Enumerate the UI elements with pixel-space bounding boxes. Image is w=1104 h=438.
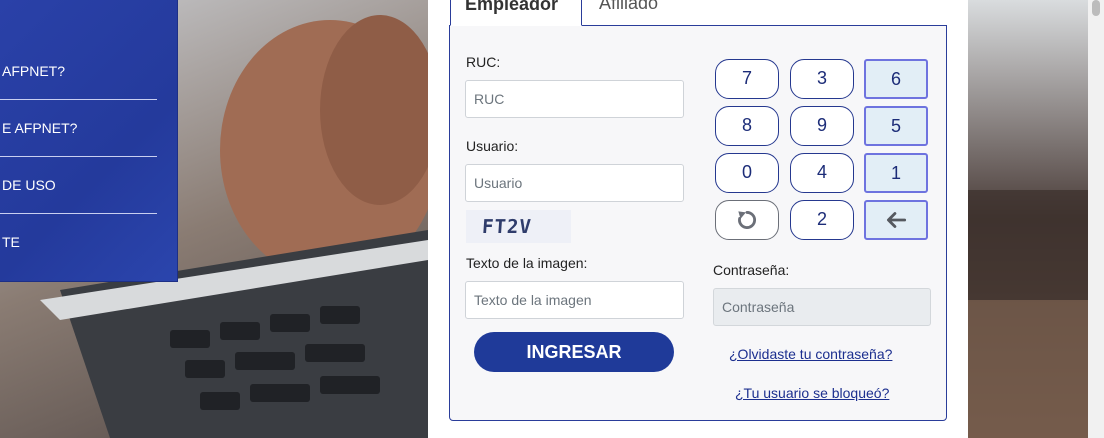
- side-menu: AFPNET? E AFPNET? DE USO TE: [0, 0, 178, 282]
- keypad-key[interactable]: 0: [715, 153, 779, 193]
- keypad-key[interactable]: 8: [715, 106, 779, 146]
- tab-employer[interactable]: Empleador: [450, 0, 582, 26]
- login-panel: RUC: Usuario: FT2V Texto de la imagen: I…: [449, 25, 947, 421]
- refresh-icon: [738, 211, 756, 229]
- reset-keypad-button[interactable]: [715, 200, 779, 240]
- ruc-label: RUC:: [466, 54, 501, 70]
- page-scrollbar[interactable]: [1088, 0, 1104, 438]
- image-text-label: Texto de la imagen:: [466, 255, 588, 271]
- keypad-key[interactable]: 4: [790, 153, 854, 193]
- side-menu-item[interactable]: DE USO: [0, 157, 157, 214]
- arrow-left-icon: [887, 212, 907, 228]
- keypad-key[interactable]: 5: [864, 106, 928, 146]
- password-input: [713, 288, 931, 326]
- scrollbar-thumb[interactable]: [1092, 0, 1100, 16]
- login-button[interactable]: INGRESAR: [474, 332, 674, 372]
- keypad-key[interactable]: 3: [790, 59, 854, 99]
- keypad-key[interactable]: 1: [864, 153, 928, 193]
- forgot-password-link[interactable]: ¿Olvidaste tu contraseña?: [729, 346, 892, 362]
- tab-affiliate[interactable]: Afiliado: [585, 0, 695, 26]
- keypad-key[interactable]: 6: [864, 59, 928, 99]
- image-text-input[interactable]: [465, 281, 684, 319]
- keypad-key[interactable]: 9: [790, 106, 854, 146]
- captcha-text: FT2V: [481, 215, 533, 238]
- password-label: Contraseña:: [713, 262, 790, 278]
- captcha-image: FT2V: [466, 210, 571, 243]
- user-blocked-link[interactable]: ¿Tu usuario se bloqueó?: [735, 385, 889, 401]
- user-label: Usuario:: [466, 138, 519, 154]
- backspace-button[interactable]: [864, 200, 928, 240]
- keypad-key[interactable]: 7: [715, 59, 779, 99]
- keypad-key[interactable]: 2: [790, 200, 854, 240]
- side-menu-item[interactable]: TE: [0, 214, 157, 271]
- side-menu-item[interactable]: AFPNET?: [0, 43, 157, 100]
- side-menu-item[interactable]: E AFPNET?: [0, 100, 157, 157]
- ruc-input[interactable]: [465, 80, 684, 118]
- user-input[interactable]: [465, 164, 684, 202]
